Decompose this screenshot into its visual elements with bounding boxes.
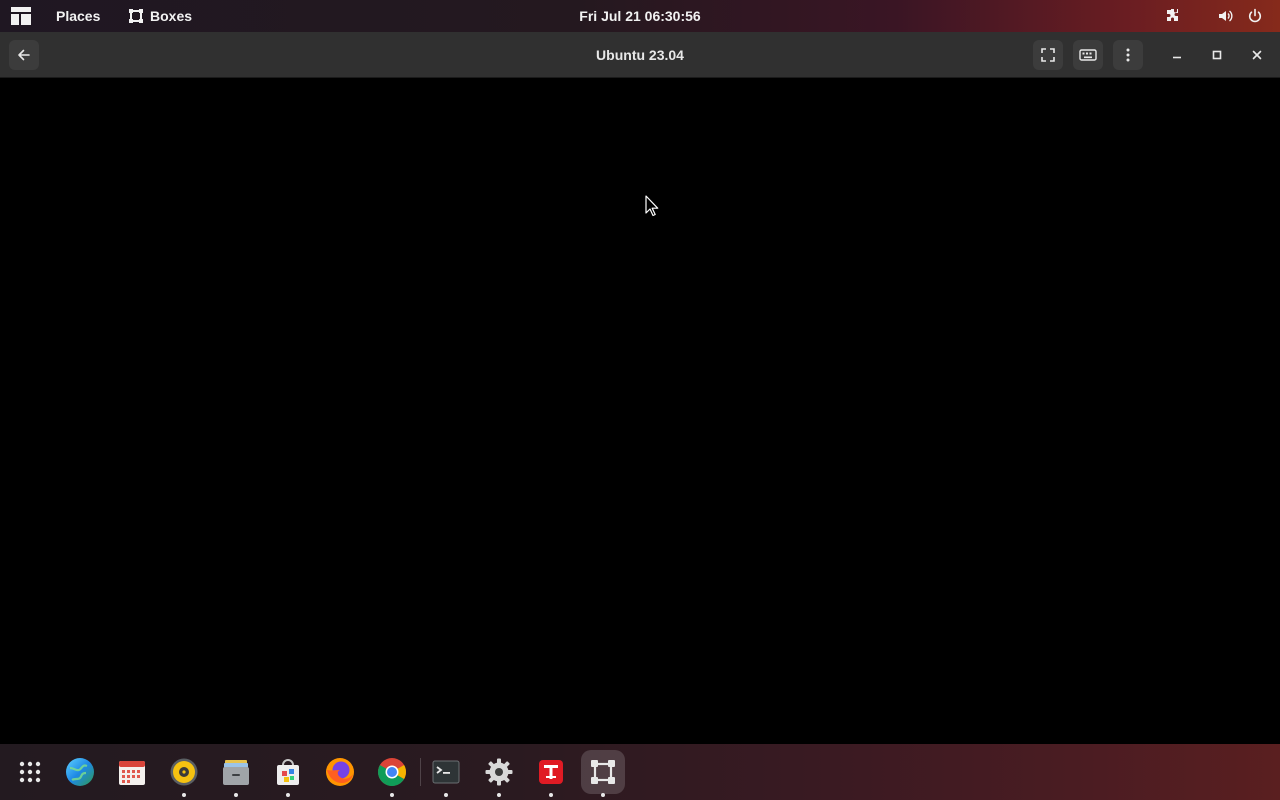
firefox-icon bbox=[326, 758, 354, 786]
running-indicator bbox=[234, 793, 238, 797]
window-title: Ubuntu 23.04 bbox=[596, 47, 684, 63]
boxes-small-icon bbox=[129, 9, 143, 23]
terminal-icon bbox=[432, 760, 460, 784]
dock-files[interactable] bbox=[214, 750, 258, 797]
software-store-icon bbox=[277, 759, 299, 785]
window-headerbar: Ubuntu 23.04 bbox=[0, 32, 1280, 78]
settings-gear-icon bbox=[485, 758, 513, 786]
text-editor-icon bbox=[539, 760, 563, 784]
running-indicator bbox=[182, 793, 186, 797]
dock-firefox[interactable] bbox=[318, 750, 362, 794]
fullscreen-icon bbox=[1041, 48, 1055, 62]
maximize-button[interactable] bbox=[1202, 40, 1232, 70]
keyboard-icon bbox=[1079, 49, 1097, 61]
dock-software[interactable] bbox=[266, 750, 310, 797]
mouse-cursor-icon bbox=[645, 195, 659, 217]
activities-icon[interactable] bbox=[10, 6, 32, 26]
places-menu[interactable]: Places bbox=[56, 0, 100, 32]
dock-terminal[interactable] bbox=[424, 750, 468, 797]
app-grid-icon bbox=[19, 761, 41, 783]
chrome-icon bbox=[378, 758, 406, 786]
running-indicator bbox=[444, 793, 448, 797]
boxes-icon bbox=[591, 760, 615, 784]
running-indicator bbox=[390, 793, 394, 797]
desktop: Places Boxes Fri Jul 21 06:30:56 Ubuntu … bbox=[0, 0, 1280, 800]
top-bar: Places Boxes Fri Jul 21 06:30:56 bbox=[0, 0, 1280, 32]
close-icon bbox=[1252, 50, 1262, 60]
power-icon[interactable] bbox=[1247, 8, 1263, 24]
keyboard-shortcuts-button[interactable] bbox=[1073, 40, 1103, 70]
vm-display[interactable] bbox=[0, 79, 1280, 744]
app-menu-boxes[interactable]: Boxes bbox=[128, 0, 192, 32]
dock-web-browser[interactable] bbox=[58, 750, 102, 794]
running-indicator bbox=[549, 793, 553, 797]
back-arrow-icon bbox=[18, 49, 30, 61]
globe-icon bbox=[66, 758, 94, 786]
running-indicator bbox=[497, 793, 501, 797]
back-button[interactable] bbox=[9, 40, 39, 70]
running-indicator bbox=[286, 793, 290, 797]
files-icon bbox=[223, 760, 249, 785]
extension-icon[interactable] bbox=[1165, 8, 1181, 24]
menu-button[interactable] bbox=[1113, 40, 1143, 70]
dock-chrome[interactable] bbox=[370, 750, 414, 797]
dock-boxes[interactable] bbox=[581, 750, 625, 797]
maximize-icon bbox=[1212, 50, 1222, 60]
minimize-button[interactable] bbox=[1162, 40, 1192, 70]
minimize-icon bbox=[1173, 56, 1181, 59]
music-player-icon bbox=[170, 758, 198, 786]
dock-rhythmbox[interactable] bbox=[162, 750, 206, 797]
running-indicator bbox=[601, 793, 605, 797]
app-menu-label: Boxes bbox=[150, 8, 193, 24]
clock[interactable]: Fri Jul 21 06:30:56 bbox=[579, 8, 700, 24]
dock-calendar[interactable] bbox=[110, 750, 154, 794]
show-apps-button[interactable] bbox=[8, 750, 52, 794]
calendar-icon bbox=[119, 761, 145, 785]
volume-icon[interactable] bbox=[1218, 8, 1234, 24]
fullscreen-button[interactable] bbox=[1033, 40, 1063, 70]
more-vert-icon bbox=[1126, 48, 1130, 62]
dock-settings[interactable] bbox=[477, 750, 521, 797]
close-button[interactable] bbox=[1242, 40, 1272, 70]
dock bbox=[0, 744, 1280, 800]
dock-text-editor[interactable] bbox=[529, 750, 573, 797]
dock-separator bbox=[420, 758, 421, 786]
